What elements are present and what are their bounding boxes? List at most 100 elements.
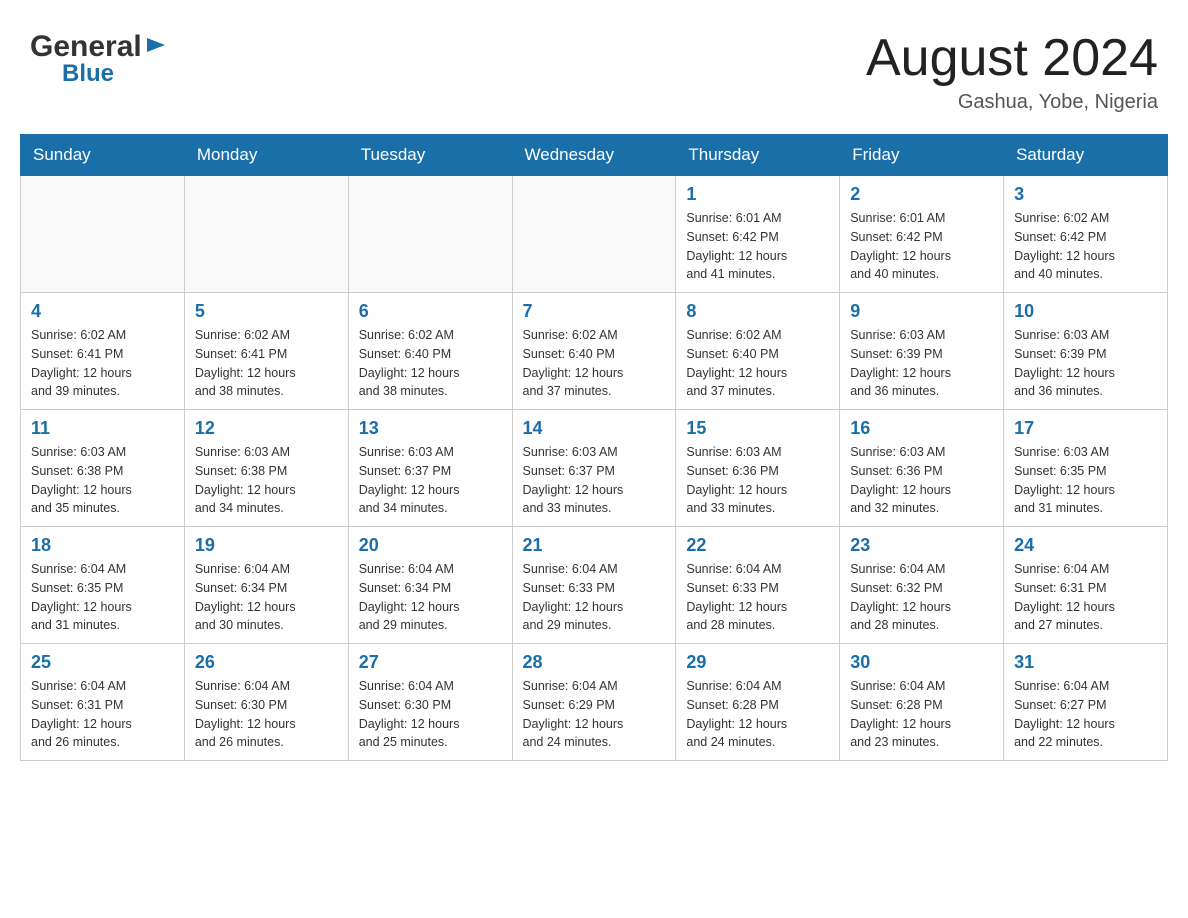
calendar-header-row: Sunday Monday Tuesday Wednesday Thursday… xyxy=(21,135,1168,176)
day-info: Sunrise: 6:02 AM Sunset: 6:40 PM Dayligh… xyxy=(686,326,829,401)
table-row: 23Sunrise: 6:04 AM Sunset: 6:32 PM Dayli… xyxy=(840,527,1004,644)
day-info: Sunrise: 6:01 AM Sunset: 6:42 PM Dayligh… xyxy=(850,209,993,284)
day-info: Sunrise: 6:04 AM Sunset: 6:35 PM Dayligh… xyxy=(31,560,174,635)
calendar-week-row: 18 Sunrise: 6:04 AM Sunset: 6:35 PM Dayli… xyxy=(21,527,1168,644)
logo: General Blue xyxy=(30,30,167,88)
table-row: 22 Sunrise: 6:04 AM Sunset: 6:33 PM Dayli… xyxy=(676,527,840,644)
day-number: 9 xyxy=(850,301,993,322)
day-number: 12 xyxy=(195,418,338,439)
day-info: Sunrise: 6:04 AM Sunset: 6:30 PM Dayligh… xyxy=(195,677,338,752)
title-area: August 2024 Gashua, Yobe, Nigeria xyxy=(866,30,1158,114)
day-number: 2 xyxy=(850,184,993,205)
table-row: 4 Sunrise: 6:02 AM Sunset: 6:41 PM Daylig… xyxy=(21,293,185,410)
day-number: 17 xyxy=(1014,418,1157,439)
table-row: 7 Sunrise: 6:02 AM Sunset: 6:40 PM Daylig… xyxy=(512,293,676,410)
day-number: 27 xyxy=(359,652,502,673)
table-row: 16 Sunrise: 6:03 AM Sunset: 6:36 PM Dayli… xyxy=(840,410,1004,527)
day-number: 13 xyxy=(359,418,502,439)
day-info: Sunrise: 6:02 AM Sunset: 6:40 PM Dayligh… xyxy=(523,326,666,401)
day-info: Sunrise: 6:04 AM Sunset: 6:31 PM Dayligh… xyxy=(31,677,174,752)
day-number: 28 xyxy=(523,652,666,673)
day-info: Sunrise: 6:04 AM Sunset: 6:34 PM Dayligh… xyxy=(195,560,338,635)
day-number: 4 xyxy=(31,301,174,322)
day-number: 29 xyxy=(686,652,829,673)
table-row: 18 Sunrise: 6:04 AM Sunset: 6:35 PM Dayli… xyxy=(21,527,185,644)
table-row xyxy=(512,176,676,293)
calendar-week-row: 4 Sunrise: 6:02 AM Sunset: 6:41 PM Daylig… xyxy=(21,293,1168,410)
day-info: Sunrise: 6:03 AM Sunset: 6:35 PM Dayligh… xyxy=(1014,443,1157,518)
table-row: 31 Sunrise: 6:04 AM Sunset: 6:27 PM Dayli… xyxy=(1004,644,1168,761)
day-number: 30 xyxy=(850,652,993,673)
page-header: General Blue August 2024 Gashua, Yobe, N… xyxy=(20,20,1168,114)
col-saturday: Saturday xyxy=(1004,135,1168,176)
day-number: 8 xyxy=(686,301,829,322)
table-row: 2 Sunrise: 6:01 AM Sunset: 6:42 PM Daylig… xyxy=(840,176,1004,293)
table-row: 8 Sunrise: 6:02 AM Sunset: 6:40 PM Daylig… xyxy=(676,293,840,410)
col-thursday: Thursday xyxy=(676,135,840,176)
table-row: 19Sunrise: 6:04 AM Sunset: 6:34 PM Dayli… xyxy=(184,527,348,644)
location-subtitle: Gashua, Yobe, Nigeria xyxy=(866,91,1158,114)
table-row: 1 Sunrise: 6:01 AM Sunset: 6:42 PM Daylig… xyxy=(676,176,840,293)
col-friday: Friday xyxy=(840,135,1004,176)
table-row: 10Sunrise: 6:03 AM Sunset: 6:39 PM Dayli… xyxy=(1004,293,1168,410)
day-info: Sunrise: 6:04 AM Sunset: 6:33 PM Dayligh… xyxy=(686,560,829,635)
day-number: 21 xyxy=(523,535,666,556)
day-number: 1 xyxy=(686,184,829,205)
table-row: 9 Sunrise: 6:03 AM Sunset: 6:39 PM Daylig… xyxy=(840,293,1004,410)
day-info: Sunrise: 6:02 AM Sunset: 6:42 PM Dayligh… xyxy=(1014,209,1157,284)
day-info: Sunrise: 6:04 AM Sunset: 6:32 PM Dayligh… xyxy=(850,560,993,635)
table-row xyxy=(348,176,512,293)
calendar-week-row: 11 Sunrise: 6:03 AM Sunset: 6:38 PM Dayli… xyxy=(21,410,1168,527)
day-info: Sunrise: 6:04 AM Sunset: 6:29 PM Dayligh… xyxy=(523,677,666,752)
table-row: 24Sunrise: 6:04 AM Sunset: 6:31 PM Dayli… xyxy=(1004,527,1168,644)
day-number: 11 xyxy=(31,418,174,439)
table-row: 25Sunrise: 6:04 AM Sunset: 6:31 PM Dayli… xyxy=(21,644,185,761)
day-info: Sunrise: 6:02 AM Sunset: 6:41 PM Dayligh… xyxy=(195,326,338,401)
table-row: 3Sunrise: 6:02 AM Sunset: 6:42 PM Daylig… xyxy=(1004,176,1168,293)
day-info: Sunrise: 6:04 AM Sunset: 6:33 PM Dayligh… xyxy=(523,560,666,635)
day-info: Sunrise: 6:03 AM Sunset: 6:39 PM Dayligh… xyxy=(1014,326,1157,401)
table-row: 17 Sunrise: 6:03 AM Sunset: 6:35 PM Dayli… xyxy=(1004,410,1168,527)
col-monday: Monday xyxy=(184,135,348,176)
table-row: 28 Sunrise: 6:04 AM Sunset: 6:29 PM Dayli… xyxy=(512,644,676,761)
logo-arrow-icon xyxy=(145,34,167,56)
day-number: 31 xyxy=(1014,652,1157,673)
table-row: 13 Sunrise: 6:03 AM Sunset: 6:37 PM Dayli… xyxy=(348,410,512,527)
day-info: Sunrise: 6:03 AM Sunset: 6:36 PM Dayligh… xyxy=(686,443,829,518)
day-number: 20 xyxy=(359,535,502,556)
day-number: 26 xyxy=(195,652,338,673)
day-number: 18 xyxy=(31,535,174,556)
table-row: 29Sunrise: 6:04 AM Sunset: 6:28 PM Dayli… xyxy=(676,644,840,761)
day-info: Sunrise: 6:02 AM Sunset: 6:41 PM Dayligh… xyxy=(31,326,174,401)
day-number: 14 xyxy=(523,418,666,439)
day-info: Sunrise: 6:04 AM Sunset: 6:27 PM Dayligh… xyxy=(1014,677,1157,752)
table-row: 21 Sunrise: 6:04 AM Sunset: 6:33 PM Dayli… xyxy=(512,527,676,644)
col-sunday: Sunday xyxy=(21,135,185,176)
table-row: 26 Sunrise: 6:04 AM Sunset: 6:30 PM Dayli… xyxy=(184,644,348,761)
table-row: 12 Sunrise: 6:03 AM Sunset: 6:38 PM Dayli… xyxy=(184,410,348,527)
day-info: Sunrise: 6:01 AM Sunset: 6:42 PM Dayligh… xyxy=(686,209,829,284)
day-info: Sunrise: 6:03 AM Sunset: 6:36 PM Dayligh… xyxy=(850,443,993,518)
col-wednesday: Wednesday xyxy=(512,135,676,176)
logo-general-text: General xyxy=(30,30,142,64)
table-row: 27 Sunrise: 6:04 AM Sunset: 6:30 PM Dayli… xyxy=(348,644,512,761)
day-number: 22 xyxy=(686,535,829,556)
calendar-week-row: 1 Sunrise: 6:01 AM Sunset: 6:42 PM Daylig… xyxy=(21,176,1168,293)
table-row: 15 Sunrise: 6:03 AM Sunset: 6:36 PM Dayli… xyxy=(676,410,840,527)
day-number: 15 xyxy=(686,418,829,439)
day-info: Sunrise: 6:03 AM Sunset: 6:37 PM Dayligh… xyxy=(523,443,666,518)
day-info: Sunrise: 6:03 AM Sunset: 6:38 PM Dayligh… xyxy=(195,443,338,518)
day-info: Sunrise: 6:04 AM Sunset: 6:30 PM Dayligh… xyxy=(359,677,502,752)
table-row xyxy=(184,176,348,293)
day-number: 7 xyxy=(523,301,666,322)
day-info: Sunrise: 6:04 AM Sunset: 6:31 PM Dayligh… xyxy=(1014,560,1157,635)
table-row: 5Sunrise: 6:02 AM Sunset: 6:41 PM Daylig… xyxy=(184,293,348,410)
day-info: Sunrise: 6:03 AM Sunset: 6:39 PM Dayligh… xyxy=(850,326,993,401)
table-row: 11Sunrise: 6:03 AM Sunset: 6:38 PM Dayli… xyxy=(21,410,185,527)
month-title: August 2024 xyxy=(866,30,1158,87)
calendar-week-row: 25Sunrise: 6:04 AM Sunset: 6:31 PM Dayli… xyxy=(21,644,1168,761)
day-info: Sunrise: 6:03 AM Sunset: 6:37 PM Dayligh… xyxy=(359,443,502,518)
col-tuesday: Tuesday xyxy=(348,135,512,176)
table-row: 20Sunrise: 6:04 AM Sunset: 6:34 PM Dayli… xyxy=(348,527,512,644)
day-number: 16 xyxy=(850,418,993,439)
